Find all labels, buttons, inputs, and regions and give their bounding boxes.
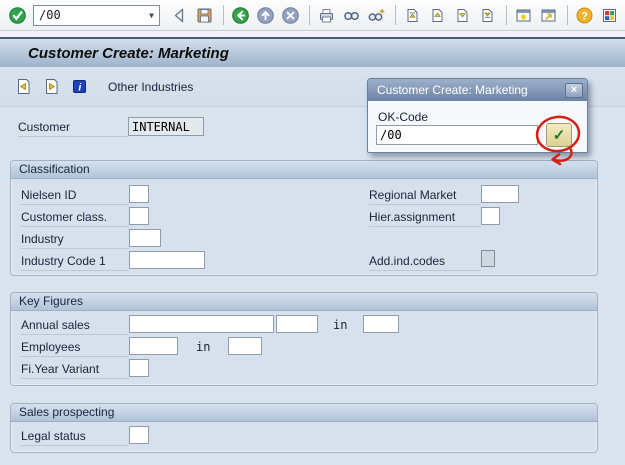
employees-in-label: in: [196, 340, 211, 354]
new-session-icon[interactable]: [514, 6, 533, 25]
toolbar-separator: [223, 5, 224, 25]
industry-code-label: Industry Code 1: [21, 253, 129, 271]
confirm-check-button[interactable]: ✓: [546, 123, 572, 147]
toolbar-separator: [567, 5, 568, 25]
hier-assignment-field[interactable]: [481, 207, 500, 225]
print-icon[interactable]: [317, 6, 336, 25]
legal-status-label: Legal status: [21, 428, 129, 446]
employees-unit-field[interactable]: [228, 337, 262, 355]
key-figures-header: Key Figures: [11, 293, 597, 311]
annual-sales-currency-field[interactable]: [363, 315, 399, 333]
ok-code-label: OK-Code: [378, 110, 429, 124]
customer-class-field[interactable]: [129, 207, 149, 225]
classification-header: Classification: [11, 161, 597, 179]
add-ind-codes-label: Add.ind.codes: [369, 253, 481, 271]
find-icon[interactable]: [342, 6, 361, 25]
toolbar-separator: [309, 5, 310, 25]
next-page-icon[interactable]: [453, 6, 472, 25]
legal-status-field[interactable]: [129, 426, 149, 444]
toolbar-separator: [506, 5, 507, 25]
command-field-value[interactable]: /00: [34, 8, 144, 22]
employees-field[interactable]: [129, 337, 178, 355]
sap-window: /00 ▼ ? Customer Create: Marketing i Oth…: [0, 0, 625, 465]
ok-code-input[interactable]: [376, 125, 538, 145]
add-ind-codes-box[interactable]: [481, 250, 495, 267]
screen-title-bar: Customer Create: Marketing: [0, 37, 625, 67]
annual-sales-unit-field[interactable]: [276, 315, 318, 333]
command-dropdown-icon[interactable]: ▼: [144, 6, 159, 25]
industry-field[interactable]: [129, 229, 161, 247]
other-industries-button[interactable]: Other Industries: [108, 80, 193, 94]
nielsen-id-label: Nielsen ID: [21, 187, 129, 205]
classification-group: Classification Nielsen ID Customer class…: [10, 160, 598, 276]
command-field[interactable]: /00 ▼: [33, 4, 160, 26]
customer-label: Customer: [18, 119, 128, 137]
create-shortcut-icon[interactable]: [539, 6, 558, 25]
ok-code-dialog: Customer Create: Marketing × OK-Code ✓: [367, 78, 588, 153]
employees-label: Employees: [21, 339, 129, 357]
sales-prospecting-header: Sales prospecting: [11, 404, 597, 422]
exit-icon[interactable]: [256, 6, 275, 25]
regional-market-field[interactable]: [481, 185, 519, 203]
back-icon[interactable]: [231, 6, 250, 25]
industry-code-field[interactable]: [129, 251, 205, 269]
customer-field[interactable]: [128, 117, 204, 136]
cancel-icon[interactable]: [281, 6, 300, 25]
svg-text:?: ?: [581, 10, 588, 22]
close-icon[interactable]: ×: [565, 82, 583, 98]
fiyear-variant-field[interactable]: [129, 359, 149, 377]
next-screen-icon[interactable]: [42, 77, 61, 96]
industry-label: Industry: [21, 231, 129, 249]
nielsen-id-field[interactable]: [129, 185, 149, 203]
enter-icon[interactable]: [8, 6, 27, 25]
sales-prospecting-group: Sales prospecting Legal status: [10, 403, 598, 453]
system-toolbar: /00 ▼ ?: [0, 0, 625, 31]
last-page-icon[interactable]: [478, 6, 497, 25]
first-page-icon[interactable]: [403, 6, 422, 25]
customer-class-label: Customer class.: [21, 209, 129, 227]
toolbar-separator: [395, 5, 396, 25]
info-icon[interactable]: i: [70, 77, 89, 96]
previous-screen-icon[interactable]: [14, 77, 33, 96]
fiyear-variant-label: Fi.Year Variant: [21, 361, 129, 379]
annual-sales-in-label: in: [333, 318, 348, 332]
key-figures-group: Key Figures Annual sales in Employees in…: [10, 292, 598, 386]
customize-layout-icon[interactable]: [600, 6, 619, 25]
save-icon[interactable]: [195, 6, 214, 25]
hier-assignment-label: Hier.assignment: [369, 209, 481, 227]
regional-market-label: Regional Market: [369, 187, 481, 205]
find-next-icon[interactable]: [367, 6, 386, 25]
previous-page-icon[interactable]: [428, 6, 447, 25]
dialog-title-bar[interactable]: Customer Create: Marketing ×: [368, 79, 587, 101]
annual-sales-field[interactable]: [129, 315, 274, 333]
back-triangle-icon[interactable]: [170, 6, 189, 25]
dialog-title: Customer Create: Marketing: [377, 83, 528, 97]
annual-sales-label: Annual sales: [21, 317, 129, 335]
help-icon[interactable]: ?: [575, 6, 594, 25]
page-title: Customer Create: Marketing: [28, 44, 229, 62]
